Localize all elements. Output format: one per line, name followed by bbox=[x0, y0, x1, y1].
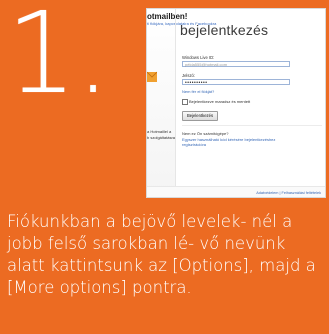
envelope-icon bbox=[147, 71, 157, 82]
footer-links[interactable]: Adatvédelem | Felhasználási feltételek bbox=[256, 191, 321, 195]
question-text: Nem ez Ön számítógépe? bbox=[182, 131, 229, 136]
panel-divider bbox=[175, 9, 176, 197]
step-caption: Fiókunkban a bejövő levelek- nél a jobb … bbox=[7, 212, 316, 297]
password-label: Jelszó: bbox=[182, 73, 196, 78]
email-label: Windows Live ID: bbox=[182, 55, 215, 60]
remember-checkbox[interactable] bbox=[182, 99, 188, 105]
screenshot-footer: Adatvédelem | Felhasználási feltételek bbox=[147, 186, 325, 197]
password-field[interactable]: •••••••••• bbox=[182, 79, 290, 86]
left-line-2: b szolgáltatásra bbox=[147, 135, 176, 140]
login-form: bejelentkezés Windows Live ID: példa555@… bbox=[180, 9, 325, 197]
login-title: bejelentkezés bbox=[180, 22, 269, 38]
separator bbox=[182, 125, 322, 126]
remember-label: Bejelentkezve maradsz és mentett bbox=[189, 99, 251, 104]
login-screenshot: otmailben! ti fiókjára, kapcsolataira és… bbox=[146, 8, 326, 198]
login-button[interactable]: Bejelentkezés bbox=[182, 111, 219, 121]
step-number: 1. bbox=[6, 0, 111, 119]
screenshot-left-panel: otmailben! ti fiókjára, kapcsolataira és… bbox=[147, 9, 216, 197]
forgot-password-link[interactable]: Nem fér el fiókját? bbox=[182, 89, 214, 94]
email-field[interactable]: példa555@hotmail.com bbox=[182, 61, 290, 67]
register-link[interactable]: regisztrációra bbox=[182, 142, 206, 147]
left-line-1: a Hotmaillel a bbox=[147, 129, 172, 134]
